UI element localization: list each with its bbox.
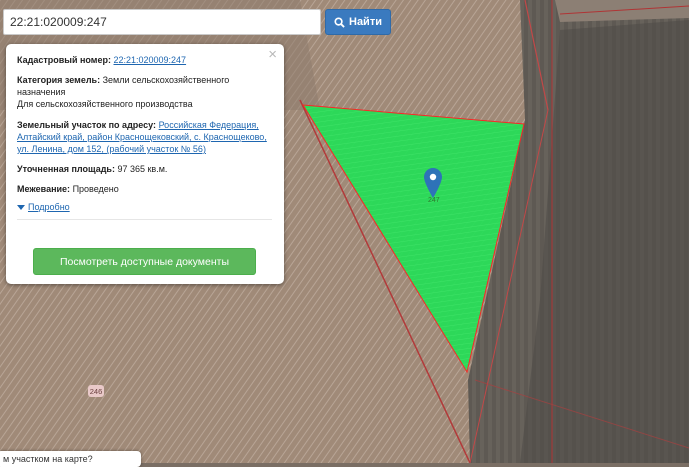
search-button-label: Найти [349,16,382,28]
search-icon [334,16,345,28]
parcel-info-popup: × Кадастровый номер: 22:21:020009:247 Ка… [6,44,284,284]
more-link[interactable]: Подробно [28,202,70,212]
area-label: Уточненная площадь: [17,164,115,174]
close-icon[interactable]: × [268,47,277,63]
search-input[interactable] [3,9,321,35]
view-documents-button[interactable]: Посмотреть доступные документы [33,248,256,275]
road-number-label: 246 [88,385,104,397]
bottom-help-tab[interactable]: м участком на карте? [0,451,141,467]
cadastral-row: Кадастровый номер: 22:21:020009:247 [17,54,272,66]
survey-value: Проведено [72,184,119,194]
cadastral-label: Кадастровый номер: [17,55,111,65]
category-label: Категория земель: [17,75,101,85]
parcel-number-label: 247 [428,197,440,204]
survey-label: Межевание: [17,184,71,194]
address-row: Земельный участок по адресу: Российская … [17,119,272,155]
area-value: 97 365 кв.м. [117,164,168,174]
cadastral-link[interactable]: 22:21:020009:247 [113,55,186,65]
category-use: Для сельскохозяйственного производства [17,99,193,109]
address-label: Земельный участок по адресу: [17,120,157,130]
survey-row: Межевание: Проведено [17,183,272,195]
map-marker-icon[interactable] [424,168,442,198]
area-row: Уточненная площадь: 97 365 кв.м. [17,163,272,175]
triangle-down-icon [17,204,25,210]
more-toggle[interactable]: Подробно [17,202,272,212]
search-button[interactable]: Найти [325,9,391,35]
category-row: Категория земель: Земли сельскохозяйстве… [17,74,272,110]
divider [17,219,272,220]
